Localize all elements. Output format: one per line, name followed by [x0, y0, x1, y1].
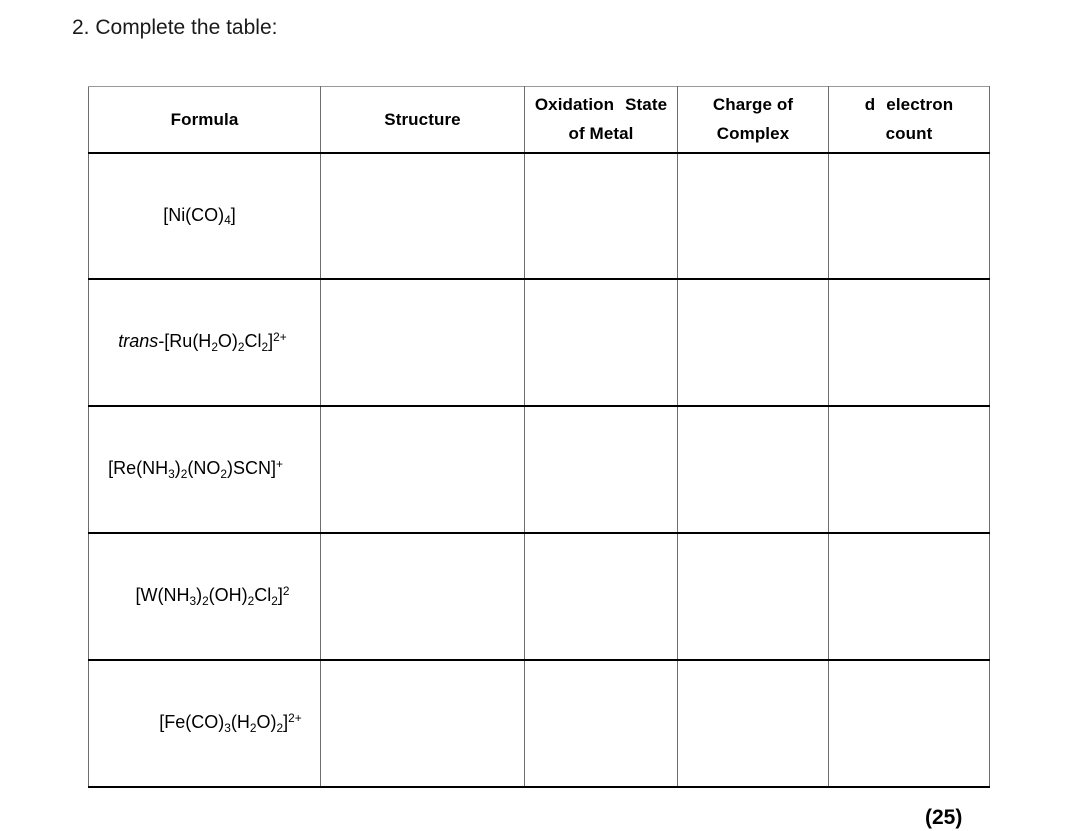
d-electron-count-answer-cell[interactable] — [828, 404, 990, 534]
formula-cell: [W(NH3)2(OH)2Cl2]2 — [88, 531, 321, 661]
table-row: trans-[Ru(H2O)2Cl2]2+ — [88, 277, 990, 407]
table-row: [Ni(CO)4] — [88, 151, 990, 280]
column-header-formula-label: Formula — [170, 109, 239, 129]
formula-cell: [Fe(CO)3(H2O)2]2+ — [88, 658, 321, 788]
formula-cell: [Ni(CO)4] — [88, 151, 321, 280]
column-header-oxidation-state-line2: of Metal — [568, 124, 634, 144]
column-header-formula: Formula — [88, 86, 321, 154]
marks-total: (25) — [925, 806, 963, 829]
charge-of-complex-answer-cell[interactable] — [677, 531, 829, 661]
complex-table-container: Formula Structure Oxidation State of Meta… — [88, 86, 990, 788]
table-header-row: Formula Structure Oxidation State of Meta… — [88, 86, 990, 154]
structure-answer-cell[interactable] — [320, 531, 525, 661]
oxidation-state-answer-cell[interactable] — [524, 277, 678, 407]
table-row: [Fe(CO)3(H2O)2]2+ — [88, 658, 990, 788]
table-row: [Re(NH3)2(NO2)SCN]+ — [88, 404, 990, 534]
column-header-oxidation-word: Oxidation — [534, 95, 615, 115]
oxidation-state-answer-cell[interactable] — [524, 151, 678, 280]
table-row: [W(NH3)2(OH)2Cl2]2 — [88, 531, 990, 661]
structure-answer-cell[interactable] — [320, 151, 525, 280]
charge-of-complex-answer-cell[interactable] — [677, 658, 829, 788]
table-body: [Ni(CO)4] trans-[Ru(H2O)2Cl2]2+ [Re(NH3)2(… — [88, 151, 990, 788]
column-header-oxidation-state-line1: Oxidation State — [525, 90, 677, 119]
column-header-state-word: State — [625, 95, 668, 115]
formula-cell: [Re(NH3)2(NO2)SCN]+ — [88, 404, 321, 534]
formula-text: [Re(NH3)2(NO2)SCN]+ — [108, 457, 283, 481]
formula-cell: trans-[Ru(H2O)2Cl2]2+ — [88, 277, 321, 407]
charge-of-complex-answer-cell[interactable] — [677, 151, 829, 280]
structure-answer-cell[interactable] — [320, 404, 525, 534]
d-electron-count-answer-cell[interactable] — [828, 277, 990, 407]
charge-of-complex-answer-cell[interactable] — [677, 277, 829, 407]
column-header-d-word: d — [864, 95, 876, 115]
column-header-structure-label: Structure — [384, 109, 461, 129]
structure-answer-cell[interactable] — [320, 277, 525, 407]
column-header-oxidation-state: Oxidation State of Metal — [524, 86, 678, 154]
column-header-d-electron-line1: d electron — [829, 90, 989, 119]
formula-text: trans-[Ru(H2O)2Cl2]2+ — [118, 330, 287, 354]
d-electron-count-answer-cell[interactable] — [828, 658, 990, 788]
coordination-complex-table: Formula Structure Oxidation State of Meta… — [88, 86, 990, 788]
formula-text: [Fe(CO)3(H2O)2]2+ — [159, 711, 302, 735]
d-electron-count-answer-cell[interactable] — [828, 151, 990, 280]
column-header-charge-line2: Complex — [716, 124, 790, 144]
structure-answer-cell[interactable] — [320, 658, 525, 788]
d-electron-count-answer-cell[interactable] — [828, 531, 990, 661]
formula-text: [W(NH3)2(OH)2Cl2]2 — [135, 584, 290, 608]
oxidation-state-answer-cell[interactable] — [524, 658, 678, 788]
charge-of-complex-answer-cell[interactable] — [677, 404, 829, 534]
column-header-d-electron-line2: count — [885, 124, 933, 144]
question-prompt: 2. Complete the table: — [72, 16, 278, 39]
column-header-structure: Structure — [320, 86, 525, 154]
column-header-electron-word: electron — [886, 95, 954, 115]
oxidation-state-answer-cell[interactable] — [524, 404, 678, 534]
column-header-d-electron-count: d electron count — [828, 86, 990, 154]
column-header-charge-line1: Charge of — [712, 95, 794, 115]
oxidation-state-answer-cell[interactable] — [524, 531, 678, 661]
column-header-charge-of-complex: Charge of Complex — [677, 86, 829, 154]
formula-text: [Ni(CO)4] — [163, 204, 236, 228]
